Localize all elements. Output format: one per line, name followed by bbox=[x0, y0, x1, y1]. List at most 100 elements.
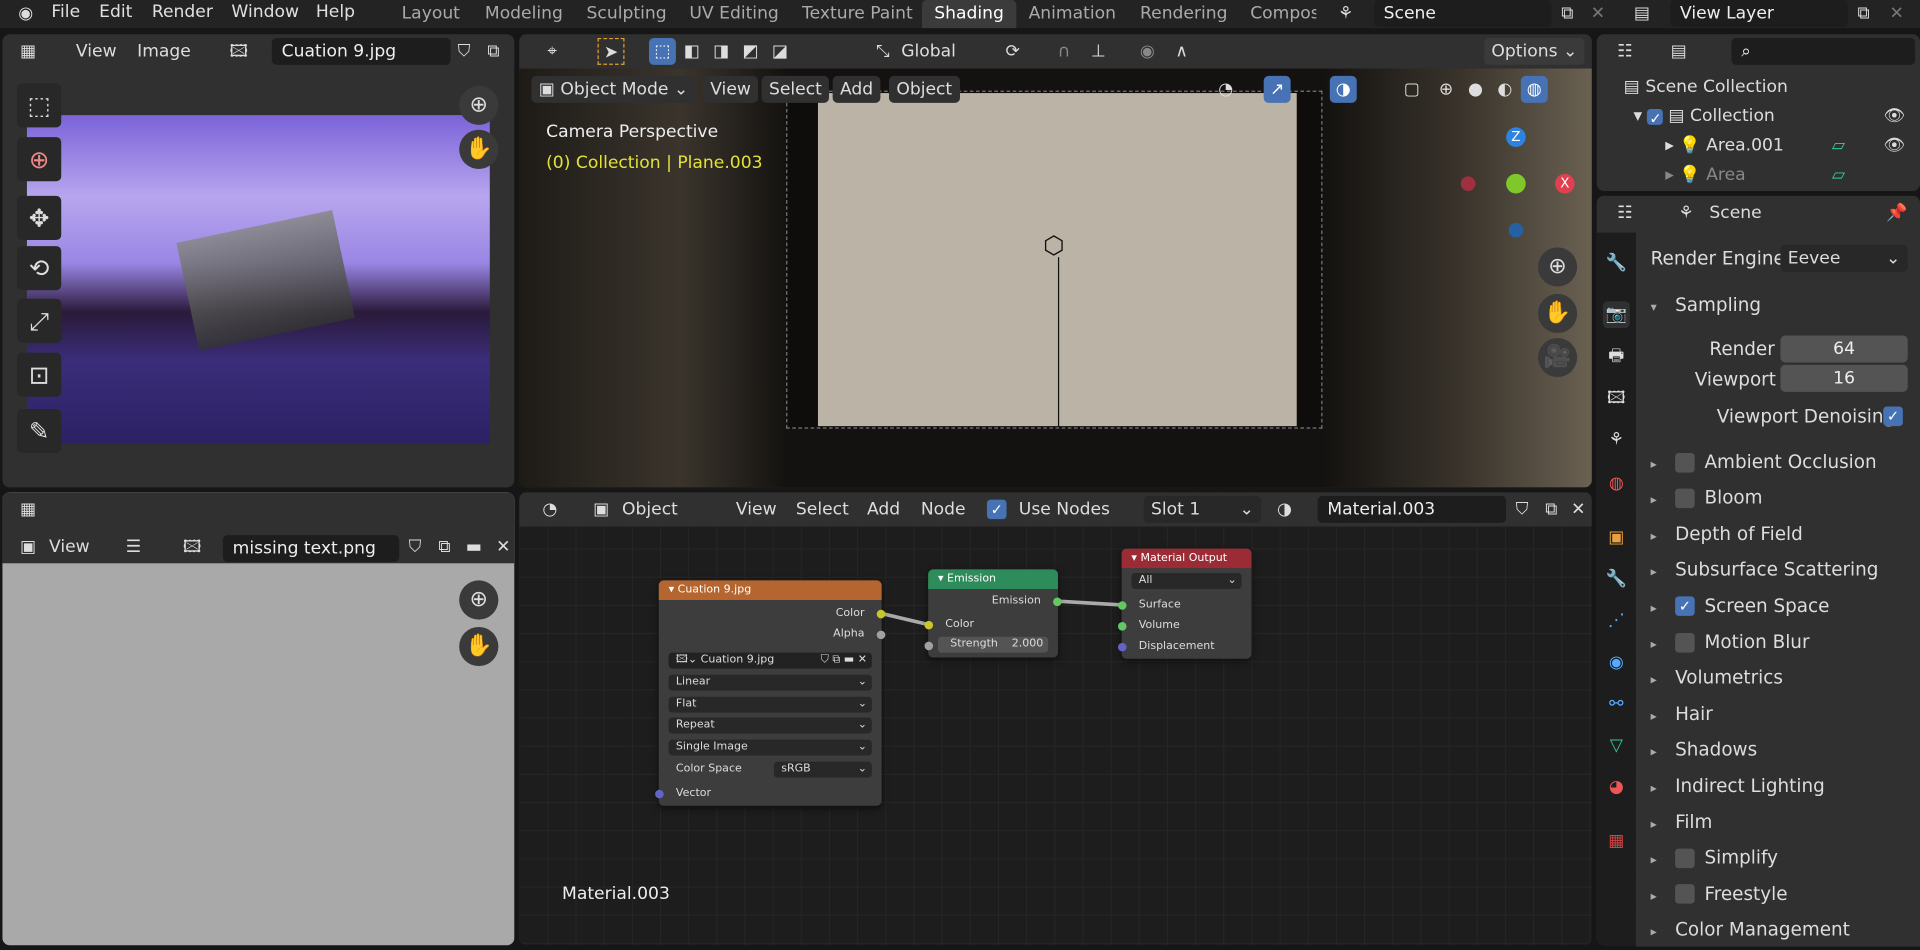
tab-uv-editing[interactable]: UV Editing bbox=[677, 0, 791, 28]
image-canvas[interactable] bbox=[26, 115, 490, 444]
tab-sculpting[interactable]: Sculpting bbox=[574, 0, 679, 28]
tab-texture-paint[interactable]: Texture Paint bbox=[790, 0, 925, 28]
image-name-field[interactable]: missing text.png bbox=[222, 535, 400, 563]
fake-user-shield-icon[interactable]: ⛉ bbox=[402, 534, 429, 561]
target-dropdown[interactable]: All ⌄ bbox=[1131, 573, 1242, 589]
image-browse-icon[interactable]: 🖾 bbox=[179, 534, 206, 561]
tab-layout[interactable]: Layout bbox=[389, 0, 472, 28]
editor-type-icon[interactable]: ☷ bbox=[1611, 38, 1638, 65]
color-input-socket[interactable] bbox=[924, 620, 934, 630]
expand-triangle-icon[interactable]: ▸ bbox=[1651, 484, 1668, 518]
image-texture-node[interactable]: ▾ Cuation 9.jpg Color Alpha 🖾⌄ Cuation 9… bbox=[655, 580, 886, 806]
panel-enable-checkbox[interactable] bbox=[1675, 488, 1695, 509]
new-image-icon[interactable]: ⧉ bbox=[480, 38, 507, 65]
displacement-input-socket[interactable] bbox=[1117, 642, 1127, 652]
image-browse-icon[interactable]: 🖾 bbox=[225, 38, 252, 65]
render-tab-icon[interactable]: 📷 bbox=[1602, 301, 1630, 329]
delete-scene-icon[interactable]: ✕ bbox=[1584, 0, 1611, 27]
tab-modeling[interactable]: Modeling bbox=[473, 0, 575, 28]
expand-triangle-icon[interactable]: ▸ bbox=[1651, 628, 1668, 662]
panel-enable-checkbox[interactable] bbox=[1675, 452, 1695, 473]
view-dropdown[interactable]: View bbox=[49, 534, 90, 561]
panel-subsurface-scattering[interactable]: ▸ Subsurface Scattering bbox=[1635, 552, 1920, 587]
alpha-output-socket[interactable] bbox=[876, 630, 886, 640]
extension-dropdown[interactable]: Repeat ⌄ bbox=[668, 717, 872, 734]
view-layer-icon[interactable]: ▤ bbox=[1629, 0, 1656, 27]
new-image-icon[interactable]: ⧉ bbox=[431, 534, 458, 561]
panel-film[interactable]: ▸ Film bbox=[1635, 804, 1920, 839]
z-axis-handle[interactable]: Z bbox=[1506, 127, 1526, 147]
expand-triangle-icon[interactable]: ▸ bbox=[1651, 916, 1668, 950]
neg-z-axis-handle[interactable] bbox=[1508, 222, 1524, 238]
panel-enable-checkbox[interactable] bbox=[1675, 884, 1695, 905]
color-output-socket[interactable] bbox=[876, 609, 886, 619]
select-tool-icon[interactable]: ➤ bbox=[597, 37, 625, 65]
particles-tab-icon[interactable]: ⋰ bbox=[1603, 607, 1630, 634]
scene-name-field[interactable]: Scene bbox=[1373, 0, 1552, 27]
zoom-icon[interactable]: ⊕ bbox=[459, 85, 499, 125]
panel-enable-checkbox[interactable] bbox=[1675, 632, 1695, 653]
panel-freestyle[interactable]: ▸ Freestyle bbox=[1635, 876, 1920, 911]
outliner-search-field[interactable]: ⌕ bbox=[1731, 37, 1916, 65]
editor-type-icon[interactable]: ▦ bbox=[15, 496, 42, 523]
eye-icon[interactable]: 👁 bbox=[1884, 103, 1906, 130]
modifier-tab-icon[interactable]: 🔧 bbox=[1603, 566, 1630, 593]
new-scene-icon[interactable]: ⧉ bbox=[1554, 0, 1581, 27]
interpolation-dropdown[interactable]: Linear ⌄ bbox=[668, 674, 872, 691]
texture-tab-icon[interactable]: ▦ bbox=[1603, 828, 1630, 855]
neg-x-axis-handle[interactable] bbox=[1460, 176, 1476, 192]
panel-depth-of-field[interactable]: ▸ Depth of Field bbox=[1635, 516, 1920, 551]
view-layer-tab-icon[interactable]: 🖾 bbox=[1603, 384, 1630, 411]
expand-triangle-icon[interactable]: ▸ bbox=[1651, 700, 1668, 734]
select-mode-extend-icon[interactable]: ◧ bbox=[678, 38, 705, 65]
select-mode-subtract-icon[interactable]: ◨ bbox=[708, 38, 735, 65]
image-name-field[interactable]: Cuation 9.jpg bbox=[271, 37, 451, 65]
expand-triangle-icon[interactable]: ▸ bbox=[1651, 772, 1668, 806]
fake-user-shield-icon[interactable]: ⛉ bbox=[451, 38, 478, 65]
options-dropdown[interactable]: Options ⌄ bbox=[1484, 37, 1585, 65]
proportional-edit-icon[interactable]: ◉ bbox=[1134, 38, 1161, 65]
menu-help[interactable]: Help bbox=[316, 0, 355, 27]
node-header[interactable]: ▾ Material Output bbox=[1121, 548, 1252, 569]
panel-enable-checkbox[interactable]: ✓ bbox=[1675, 596, 1695, 617]
expand-triangle-icon[interactable]: ▸ bbox=[1651, 520, 1668, 554]
render-engine-dropdown[interactable]: Eevee ⌄ bbox=[1780, 244, 1908, 272]
solid-shading-icon[interactable]: ● bbox=[1462, 76, 1489, 103]
world-tab-icon[interactable]: ◍ bbox=[1603, 470, 1630, 497]
y-axis-handle[interactable] bbox=[1506, 173, 1526, 194]
expand-triangle-icon[interactable]: ▸ bbox=[1651, 664, 1668, 698]
menu-window[interactable]: Window bbox=[231, 0, 299, 27]
node-header[interactable]: ▾ Emission bbox=[928, 569, 1058, 589]
open-image-folder-icon[interactable]: ▬ bbox=[460, 534, 487, 561]
menu-file[interactable]: File bbox=[51, 0, 80, 27]
strength-input-socket[interactable] bbox=[924, 641, 934, 651]
new-view-layer-icon[interactable]: ⧉ bbox=[1850, 0, 1877, 27]
object-mode-dropdown[interactable]: ▣ Object Mode ⌄ bbox=[531, 75, 696, 103]
pan-hand-icon[interactable]: ✋ bbox=[459, 129, 499, 169]
color-space-dropdown[interactable]: sRGB ⌄ bbox=[773, 761, 872, 778]
3d-viewport[interactable]: ⌖ ➤ ⬚ ◧ ◨ ◩ ◪ ⤡ Global ⟳ ∩ ⊥ ◉ ∧ Options… bbox=[519, 34, 1592, 488]
light-object-icon[interactable]: ⬡ bbox=[1043, 230, 1064, 259]
menu-render[interactable]: Render bbox=[152, 0, 213, 27]
shader-node-editor[interactable]: ◔ ▣ Object View Select Add Node ✓ Use No… bbox=[519, 492, 1592, 946]
move-tool-icon[interactable]: ✥ bbox=[17, 195, 62, 241]
editor-type-icon[interactable]: ▦ bbox=[15, 38, 42, 65]
pivot-point-icon[interactable]: ⟳ bbox=[999, 38, 1026, 65]
scene-tab-icon[interactable]: ⚘ bbox=[1603, 426, 1630, 453]
volume-input-socket[interactable] bbox=[1117, 622, 1127, 631]
annotate-tool-icon[interactable]: ✎ bbox=[17, 408, 62, 454]
physics-tab-icon[interactable]: ◉ bbox=[1603, 649, 1630, 676]
display-mode-icon[interactable]: ▤ bbox=[1665, 38, 1692, 65]
panel-simplify[interactable]: ▸ Simplify bbox=[1635, 840, 1920, 875]
panel-ambient-occlusion[interactable]: ▸ Ambient Occlusion bbox=[1635, 444, 1920, 479]
eye-icon[interactable]: 👁 bbox=[1884, 132, 1906, 159]
expand-triangle-icon[interactable]: ▸ bbox=[1651, 556, 1668, 590]
editor-type-icon[interactable]: ☷ bbox=[1611, 200, 1638, 227]
outliner-scene-collection[interactable]: ▤ Scene Collection bbox=[1624, 73, 1788, 100]
navigation-gizmo[interactable]: Z X bbox=[1457, 125, 1579, 247]
unlink-image-icon[interactable]: ✕ bbox=[490, 534, 514, 561]
pan-hand-icon[interactable]: ✋ bbox=[459, 626, 499, 667]
transform-orientation-icon[interactable]: ⤡ bbox=[869, 38, 896, 65]
snap-icon[interactable]: ∩ bbox=[1051, 38, 1078, 65]
panel-shadows[interactable]: ▸ Shadows bbox=[1635, 732, 1920, 767]
